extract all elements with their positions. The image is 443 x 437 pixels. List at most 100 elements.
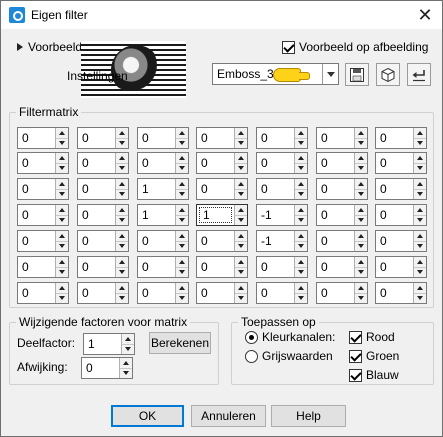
- stepper-down-icon[interactable]: [116, 137, 128, 148]
- stepper-up-icon[interactable]: [295, 257, 307, 267]
- channel-green-box[interactable]: [349, 349, 362, 363]
- matrix-cell-value[interactable]: 0: [257, 179, 294, 199]
- stepper-up-icon[interactable]: [116, 179, 128, 189]
- stepper-down-icon[interactable]: [414, 214, 426, 225]
- stepper-up-icon[interactable]: [355, 128, 367, 138]
- stepper-down-icon[interactable]: [56, 266, 68, 277]
- stepper-up-icon[interactable]: [122, 334, 134, 344]
- matrix-cell-stepper[interactable]: 1: [196, 204, 248, 226]
- color-channels-radio-dot[interactable]: [245, 330, 258, 344]
- stepper-down-icon[interactable]: [56, 292, 68, 303]
- matrix-cell-stepper[interactable]: 0: [375, 282, 427, 304]
- calculate-button[interactable]: Berekenen: [149, 332, 211, 354]
- matrix-cell-stepper[interactable]: 0: [316, 282, 368, 304]
- stepper-down-icon[interactable]: [295, 292, 307, 303]
- matrix-cell-value[interactable]: 0: [18, 257, 55, 277]
- grayscale-radio[interactable]: Grijswaarden: [245, 349, 333, 363]
- matrix-cell-stepper[interactable]: 0: [256, 127, 308, 149]
- stepper-down-icon[interactable]: [176, 292, 188, 303]
- stepper-up-icon[interactable]: [355, 283, 367, 293]
- stepper-up-icon[interactable]: [235, 231, 247, 241]
- matrix-cell-stepper[interactable]: 0: [196, 152, 248, 174]
- stepper-down-icon[interactable]: [235, 240, 247, 251]
- stepper-down-icon[interactable]: [122, 343, 134, 354]
- stepper-down-icon[interactable]: [235, 137, 247, 148]
- matrix-cell-value[interactable]: 0: [317, 205, 354, 225]
- matrix-cell-stepper[interactable]: 0: [77, 152, 129, 174]
- preview-on-image-checkbox[interactable]: Voorbeeld op afbeelding: [282, 40, 428, 54]
- stepper-up-icon[interactable]: [235, 283, 247, 293]
- matrix-cell-stepper[interactable]: -1: [256, 204, 308, 226]
- matrix-cell-stepper[interactable]: 0: [17, 230, 69, 252]
- stepper-down-icon[interactable]: [235, 292, 247, 303]
- matrix-cell-value[interactable]: 0: [138, 283, 175, 303]
- stepper-down-icon[interactable]: [176, 188, 188, 199]
- matrix-cell-value[interactable]: 0: [317, 153, 354, 173]
- matrix-cell-stepper[interactable]: 0: [316, 152, 368, 174]
- stepper-down-icon[interactable]: [120, 367, 132, 378]
- stepper-up-icon[interactable]: [355, 179, 367, 189]
- stepper-down-icon[interactable]: [355, 188, 367, 199]
- preview-toggle[interactable]: Voorbeeld: [17, 40, 82, 54]
- stepper-up-icon[interactable]: [355, 257, 367, 267]
- stepper-down-icon[interactable]: [116, 240, 128, 251]
- stepper-down-icon[interactable]: [355, 137, 367, 148]
- channel-blue-checkbox[interactable]: Blauw: [349, 368, 399, 382]
- stepper-up-icon[interactable]: [116, 128, 128, 138]
- stepper-down-icon[interactable]: [414, 188, 426, 199]
- stepper-up-icon[interactable]: [295, 179, 307, 189]
- stepper-up-icon[interactable]: [235, 128, 247, 138]
- matrix-cell-stepper[interactable]: 0: [196, 282, 248, 304]
- matrix-cell-stepper[interactable]: 0: [137, 127, 189, 149]
- stepper-up-icon[interactable]: [355, 153, 367, 163]
- matrix-cell-stepper[interactable]: 0: [316, 178, 368, 200]
- matrix-cell-stepper[interactable]: 0: [375, 152, 427, 174]
- matrix-cell-value[interactable]: 0: [257, 153, 294, 173]
- matrix-cell-value[interactable]: 0: [197, 128, 234, 148]
- matrix-cell-stepper[interactable]: 0: [316, 204, 368, 226]
- matrix-cell-value[interactable]: 0: [78, 257, 115, 277]
- matrix-cell-value[interactable]: 0: [18, 179, 55, 199]
- matrix-cell-value[interactable]: 0: [197, 283, 234, 303]
- stepper-up-icon[interactable]: [56, 257, 68, 267]
- stepper-up-icon[interactable]: [176, 205, 188, 215]
- matrix-cell-stepper[interactable]: 0: [137, 282, 189, 304]
- stepper-down-icon[interactable]: [414, 137, 426, 148]
- divisor-value[interactable]: 1: [84, 334, 121, 354]
- matrix-cell-stepper[interactable]: 0: [375, 127, 427, 149]
- stepper-up-icon[interactable]: [414, 205, 426, 215]
- load-preset-button[interactable]: [376, 63, 400, 86]
- matrix-cell-stepper[interactable]: 0: [316, 127, 368, 149]
- stepper-down-icon[interactable]: [235, 266, 247, 277]
- stepper-down-icon[interactable]: [355, 214, 367, 225]
- stepper-down-icon[interactable]: [116, 188, 128, 199]
- matrix-cell-stepper[interactable]: 0: [77, 256, 129, 278]
- divisor-stepper[interactable]: 1: [83, 333, 135, 355]
- stepper-down-icon[interactable]: [116, 214, 128, 225]
- stepper-down-icon[interactable]: [56, 214, 68, 225]
- matrix-cell-value[interactable]: 0: [257, 128, 294, 148]
- matrix-cell-value[interactable]: 0: [18, 283, 55, 303]
- stepper-down-icon[interactable]: [116, 292, 128, 303]
- dropdown-arrow[interactable]: [322, 64, 338, 84]
- matrix-cell-value[interactable]: 0: [376, 128, 413, 148]
- matrix-cell-stepper[interactable]: 0: [17, 127, 69, 149]
- matrix-cell-stepper[interactable]: 0: [17, 204, 69, 226]
- preview-on-image-box[interactable]: [282, 40, 295, 54]
- matrix-cell-value[interactable]: 0: [18, 231, 55, 251]
- channel-red-checkbox[interactable]: Rood: [349, 330, 395, 344]
- matrix-cell-value[interactable]: 0: [78, 205, 115, 225]
- stepper-down-icon[interactable]: [295, 266, 307, 277]
- matrix-cell-value[interactable]: 0: [376, 231, 413, 251]
- matrix-cell-value[interactable]: -1: [257, 205, 294, 225]
- stepper-up-icon[interactable]: [176, 257, 188, 267]
- stepper-up-icon[interactable]: [176, 231, 188, 241]
- matrix-cell-value[interactable]: 0: [138, 128, 175, 148]
- stepper-up-icon[interactable]: [295, 153, 307, 163]
- matrix-cell-stepper[interactable]: 0: [256, 178, 308, 200]
- stepper-up-icon[interactable]: [355, 205, 367, 215]
- stepper-up-icon[interactable]: [235, 153, 247, 163]
- matrix-cell-value[interactable]: 0: [138, 257, 175, 277]
- stepper-down-icon[interactable]: [414, 266, 426, 277]
- matrix-cell-stepper[interactable]: 1: [137, 178, 189, 200]
